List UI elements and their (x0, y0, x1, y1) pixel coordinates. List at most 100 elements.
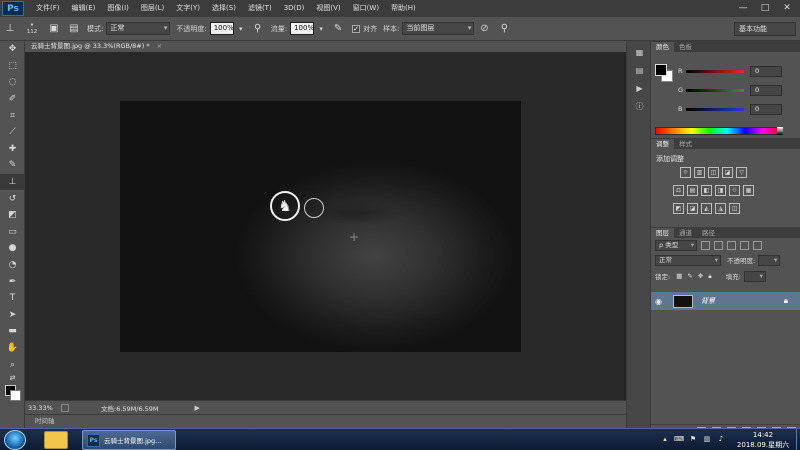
menu-type[interactable]: 文字(Y) (170, 0, 206, 17)
healing-icon[interactable]: ✚ (0, 141, 25, 158)
black-white-icon[interactable]: ◧ (701, 185, 712, 196)
tab-channels[interactable]: 通道 (674, 228, 697, 238)
exposure-icon[interactable]: ◪ (722, 167, 733, 178)
path-select-icon[interactable]: ➤ (0, 307, 25, 324)
lasso-icon[interactable]: ◌ (0, 74, 25, 91)
lock-all-icon[interactable]: 🔒︎ (708, 272, 711, 281)
network-icon[interactable]: ▥ (702, 434, 712, 444)
photoshop-task-button[interactable]: Ps 云骑士背景图.jpg... (82, 430, 176, 450)
smart-object-filter-icon[interactable] (753, 240, 762, 250)
shape-filter-icon[interactable] (740, 240, 749, 250)
eyedropper-icon[interactable]: ⟋ (0, 124, 25, 141)
tablet-size-pressure-icon[interactable]: ⚲ (497, 22, 511, 36)
blue-value[interactable]: 0 (750, 103, 782, 115)
timeline-tab[interactable]: 时间轴 (25, 414, 626, 428)
keyboard-icon[interactable]: ⌨ (674, 434, 684, 444)
blend-mode-select[interactable]: 正常 (655, 254, 721, 266)
flag-icon[interactable]: ⚑ (688, 434, 698, 444)
color-balance-icon[interactable]: ▤ (687, 185, 698, 196)
color-lookup-icon[interactable]: ▦ (743, 185, 754, 196)
menu-window[interactable]: 窗口(W) (347, 0, 385, 17)
photo-filter-icon[interactable]: ◨ (715, 185, 726, 196)
minimize-button[interactable]: — (732, 1, 754, 15)
move-icon[interactable]: ✥ (0, 41, 25, 58)
selective-color-icon[interactable]: ◮ (715, 203, 726, 214)
document-tab[interactable]: 云骑士背景图.jpg @ 33.3%(RGB/8#) * × (25, 41, 175, 52)
tab-layers[interactable]: 图层 (651, 228, 674, 238)
visibility-eye-icon[interactable]: ◉ (655, 297, 667, 306)
brush-panel-toggle-icon[interactable]: ▣ (47, 22, 61, 36)
red-value[interactable]: 0 (750, 65, 782, 77)
red-slider[interactable] (686, 69, 744, 73)
gradient-map-icon[interactable]: ◫ (729, 203, 740, 214)
start-button[interactable] (4, 430, 26, 450)
levels-icon[interactable]: ▥ (694, 167, 705, 178)
file-explorer-icon[interactable] (44, 431, 68, 449)
green-value[interactable]: 0 (750, 84, 782, 96)
clone-stamp-icon[interactable]: ⊥ (0, 173, 25, 191)
menu-layer[interactable]: 图层(L) (135, 0, 170, 17)
history-panel-icon[interactable]: ▦ (627, 45, 652, 59)
image-canvas[interactable]: ♞ + (120, 101, 521, 352)
opacity-dropdown-icon[interactable]: ▾ (237, 22, 245, 36)
brush-icon[interactable]: ✎ (0, 157, 25, 174)
menu-filter[interactable]: 滤镜(T) (242, 0, 278, 17)
flow-dropdown-icon[interactable]: ▾ (317, 22, 325, 36)
layer-row-background[interactable]: ◉ 背景 🔒︎ (651, 292, 800, 310)
flow-input[interactable]: 100% (290, 22, 314, 35)
menu-view[interactable]: 视图(V) (310, 0, 346, 17)
menu-image[interactable]: 图像(I) (101, 0, 135, 17)
volume-icon[interactable]: ♪ (716, 434, 726, 444)
maximize-button[interactable]: □ (754, 1, 776, 15)
layer-opacity-input[interactable] (758, 254, 781, 266)
crop-icon[interactable]: ⌗ (0, 107, 25, 124)
show-hidden-icons-icon[interactable]: ▴ (660, 434, 670, 444)
export-icon[interactable] (61, 403, 69, 412)
green-slider[interactable] (686, 88, 744, 92)
marquee-icon[interactable]: ⬚ (0, 58, 25, 75)
aligned-checkbox[interactable]: ✓ (352, 24, 361, 33)
fill-input[interactable] (743, 270, 766, 282)
channel-mixer-icon[interactable]: ♲ (729, 185, 740, 196)
type-icon[interactable]: T (0, 290, 25, 307)
eraser-icon[interactable]: ◩ (0, 207, 25, 224)
sample-select[interactable]: 当前图层 (402, 22, 475, 35)
pixel-filter-icon[interactable] (701, 240, 710, 250)
background-color-swatch[interactable] (10, 389, 21, 401)
dodge-icon[interactable]: ◔ (0, 257, 25, 274)
mode-select[interactable]: 正常 (106, 22, 171, 35)
panel-foreground-swatch[interactable] (655, 64, 667, 76)
lock-pixels-icon[interactable]: ✎ (687, 272, 692, 280)
curves-icon[interactable]: ◫ (708, 167, 719, 178)
tab-swatches[interactable]: 色板 (674, 42, 697, 52)
hue-saturation-icon[interactable]: ⚖ (673, 185, 684, 196)
zoom-level[interactable]: 33.33% (25, 404, 57, 412)
airbrush-icon[interactable]: ✎ (331, 22, 345, 36)
actions-panel-icon[interactable]: ▶ (627, 81, 652, 95)
system-clock[interactable]: 14:42 2018.09.星期六 (732, 430, 794, 450)
brush-preview-icon[interactable]: • 112 (23, 22, 41, 36)
tablet-opacity-pressure-icon[interactable]: ⚲ (251, 22, 265, 36)
lock-position-icon[interactable]: ✥ (698, 272, 703, 280)
status-menu-arrow-icon[interactable]: ▶ (195, 404, 200, 412)
layer-kind-filter[interactable]: ρ 类型 (655, 239, 697, 251)
rectangle-icon[interactable]: ▬ (0, 323, 25, 340)
tab-styles[interactable]: 样式 (674, 139, 697, 149)
properties-panel-icon[interactable]: ▤ (627, 63, 652, 77)
hand-icon[interactable]: ✋ (0, 340, 25, 357)
invert-icon[interactable]: ◩ (673, 203, 684, 214)
clone-source-panel-icon[interactable]: ▤ (67, 22, 81, 36)
layer-name[interactable]: 背景 (701, 296, 715, 306)
zoom-icon[interactable]: ⌕ (0, 356, 25, 373)
black-white-ramp[interactable] (777, 127, 783, 135)
show-desktop-button[interactable] (796, 429, 800, 450)
menu-3d[interactable]: 3D(D) (278, 0, 311, 17)
posterize-icon[interactable]: ◪ (687, 203, 698, 214)
adjustment-filter-icon[interactable] (714, 240, 723, 250)
tab-close-icon[interactable]: × (157, 42, 162, 50)
menu-help[interactable]: 帮助(H) (385, 0, 422, 17)
clone-stamp-preset-icon[interactable]: ⊥ (3, 22, 17, 36)
menu-select[interactable]: 选择(S) (206, 0, 242, 17)
type-filter-icon[interactable] (727, 240, 736, 250)
blur-icon[interactable]: ● (0, 240, 25, 257)
